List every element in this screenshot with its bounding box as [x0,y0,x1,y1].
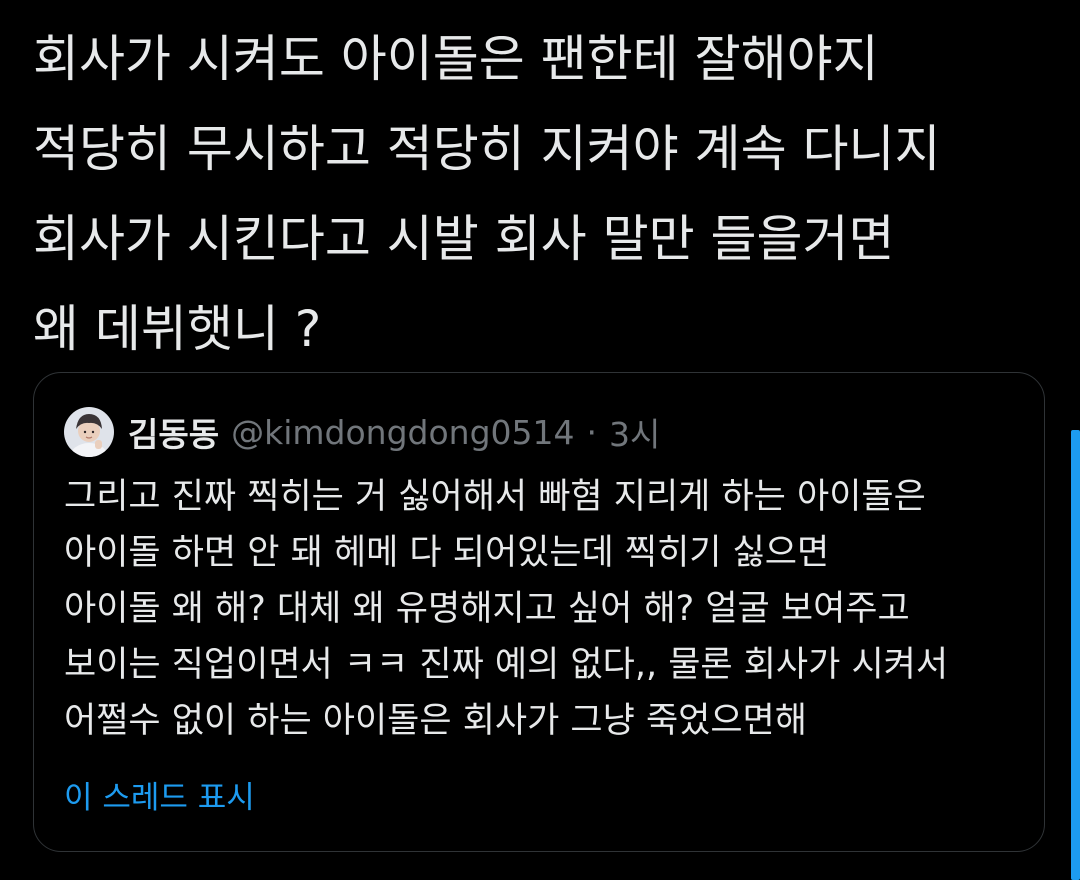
quoted-tweet-line: 그리고 진짜 찍히는 거 싫어해서 빠혐 지리게 하는 아이돌은 [64,477,926,517]
tweet-text: 회사가 시켜도 아이돌은 팬한테 잘해야지 적당히 무시하고 적당히 지켜야 계… [33,14,1053,374]
quoted-tweet-text: 그리고 진짜 찍히는 거 싫어해서 빠혐 지리게 하는 아이돌은 아이돌 하면 … [64,469,1024,749]
post-timestamp[interactable]: 3시 [609,408,660,456]
quoted-tweet-line: 아이돌 왜 해? 대체 왜 유명해지고 싶어 해? 얼굴 보여주고 [64,589,910,629]
author-name[interactable]: 김동동 [128,408,219,456]
scroll-indicator[interactable] [1071,430,1080,880]
avatar[interactable] [64,407,114,457]
author-handle[interactable]: @kimdongdong0514 [231,413,574,452]
quoted-tweet-line: 어쩔수 없이 하는 아이돌은 회사가 그냥 죽었으면해 [64,701,807,741]
separator-dot: · [586,412,598,452]
profile-photo-icon [64,407,114,457]
tweet-text-line: 회사가 시킨다고 시발 회사 말만 들을거면 [33,210,895,268]
tweet-text-line: 회사가 시켜도 아이돌은 팬한테 잘해야지 [33,30,879,88]
quoted-tweet-line: 아이돌 하면 안 돼 헤메 다 되어있는데 찍히기 싫으면 [64,533,830,573]
tweet-text-line: 적당히 무시하고 적당히 지켜야 계속 다니지 [33,120,941,178]
quoted-tweet-header: 김동동 @kimdongdong0514 · 3시 [64,403,660,461]
quoted-tweet-line: 보이는 직업이면서 ㅋㅋ 진짜 예의 없다,, 물론 회사가 시켜서 [64,645,949,685]
show-thread-link[interactable]: 이 스레드 표시 [64,773,255,823]
tweet-text-line: 왜 데뷔햇니 ? [33,300,322,358]
quoted-tweet-card[interactable]: 김동동 @kimdongdong0514 · 3시 그리고 진짜 찍히는 거 싫… [33,372,1045,852]
